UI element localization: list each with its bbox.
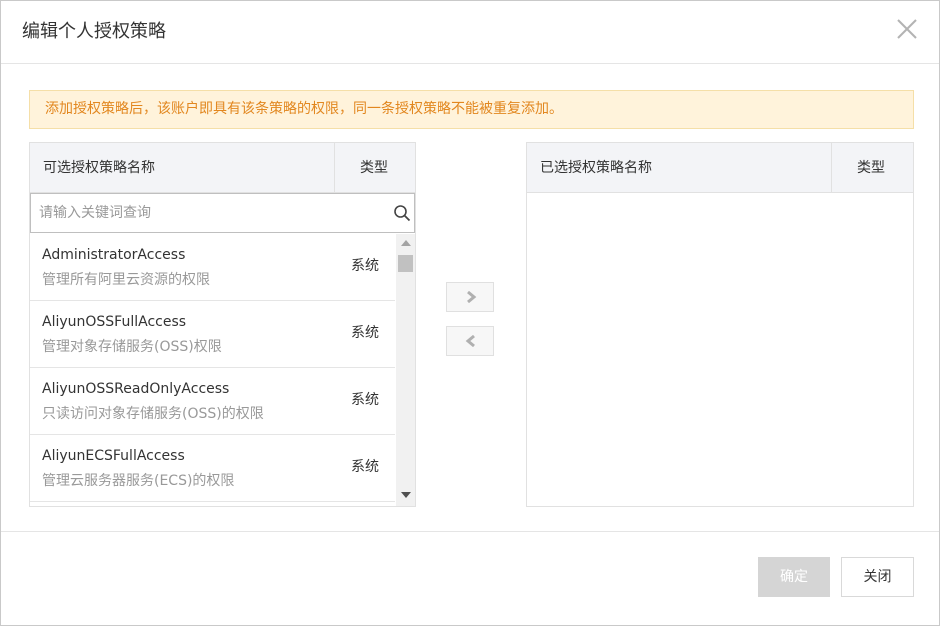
chevron-right-icon [467, 291, 477, 303]
search-icon[interactable] [393, 204, 411, 222]
search-input[interactable] [31, 194, 387, 232]
selected-header-name: 已选授权策略名称 [540, 160, 652, 176]
policy-type: 系统 [351, 459, 379, 475]
header-divider [334, 143, 335, 193]
dialog-title: 编辑个人授权策略 [22, 21, 166, 42]
chevron-left-icon [465, 335, 475, 347]
policy-description: 管理对象存储服务(OSS)权限 [42, 339, 222, 355]
scroll-down-arrow-icon[interactable] [401, 492, 411, 498]
footer-divider [1, 531, 939, 532]
policy-name: AliyunOSSFullAccess [42, 314, 187, 330]
selected-panel-header: 已选授权策略名称 类型 [527, 143, 913, 193]
list-scrollbar[interactable] [396, 234, 415, 506]
notice-banner: 添加授权策略后，该账户即具有该条策略的权限，同一条授权策略不能被重复添加。 [29, 90, 914, 129]
close-button[interactable]: 关闭 [841, 557, 914, 597]
header-divider [831, 143, 832, 193]
available-header-type: 类型 [360, 160, 388, 176]
list-item[interactable]: AliyunOSSReadOnlyAccess 只读访问对象存储服务(OSS)的… [30, 368, 395, 435]
list-item[interactable]: AliyunOSSFullAccess 管理对象存储服务(OSS)权限 系统 [30, 301, 395, 368]
policy-type: 系统 [351, 392, 379, 408]
selected-header-type: 类型 [857, 160, 885, 176]
available-policies-panel: 可选授权策略名称 类型 AdministratorAccess 管理所有阿里云资… [29, 142, 416, 507]
policy-name: AdministratorAccess [42, 247, 186, 263]
search-box [30, 193, 415, 233]
confirm-button[interactable]: 确定 [758, 557, 830, 597]
policy-description: 管理所有阿里云资源的权限 [42, 272, 210, 288]
scroll-thumb[interactable] [398, 255, 413, 272]
available-panel-header: 可选授权策略名称 类型 [30, 143, 415, 193]
available-policy-list: AdministratorAccess 管理所有阿里云资源的权限 系统 Aliy… [30, 234, 395, 506]
list-item[interactable]: AliyunECSFullAccess 管理云服务器服务(ECS)的权限 系统 [30, 435, 395, 502]
policy-name: AliyunOSSReadOnlyAccess [42, 381, 230, 397]
policy-type: 系统 [351, 325, 379, 341]
scroll-up-arrow-icon[interactable] [401, 240, 411, 246]
selected-policies-panel: 已选授权策略名称 类型 [526, 142, 914, 507]
policy-description: 只读访问对象存储服务(OSS)的权限 [42, 406, 264, 422]
add-policy-button[interactable] [446, 282, 494, 312]
dialog-header: 编辑个人授权策略 [1, 1, 939, 64]
available-header-name: 可选授权策略名称 [43, 160, 155, 176]
policy-type: 系统 [351, 258, 379, 274]
list-item[interactable]: AdministratorAccess 管理所有阿里云资源的权限 系统 [30, 234, 395, 301]
remove-policy-button[interactable] [446, 326, 494, 356]
close-icon[interactable] [895, 17, 919, 41]
policy-description: 管理云服务器服务(ECS)的权限 [42, 473, 235, 489]
policy-name: AliyunECSFullAccess [42, 448, 185, 464]
edit-policy-dialog: 编辑个人授权策略 添加授权策略后，该账户即具有该条策略的权限，同一条授权策略不能… [0, 0, 940, 626]
